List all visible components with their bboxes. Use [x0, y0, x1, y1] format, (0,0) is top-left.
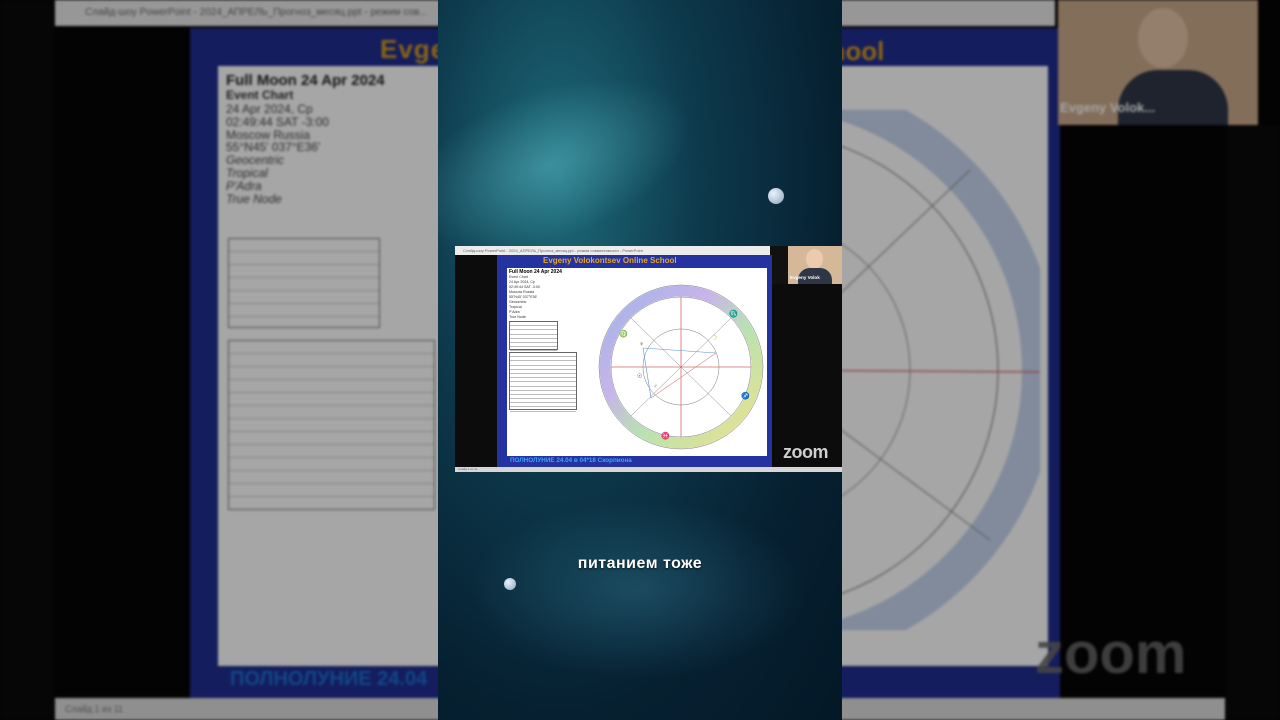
- svg-text:☽: ☽: [711, 334, 717, 342]
- video-status-text: Слайд 1 из 11: [458, 467, 478, 471]
- video-bottom-text: ПОЛНОЛУНИЕ 24.04 в 04*18 Скорпиона: [510, 457, 632, 464]
- svg-text:☉: ☉: [637, 373, 642, 380]
- svg-text:♀: ♀: [639, 341, 644, 348]
- video-statusbar: Слайд 1 из 11: [455, 467, 842, 472]
- video-event-line-3: Moscow Russia: [509, 290, 535, 294]
- planet-top: [768, 188, 784, 204]
- subtitle-caption: питанием тоже: [577, 555, 703, 572]
- video-event-subtitle: Event Chart: [509, 275, 528, 279]
- planet-bottom: [504, 578, 516, 590]
- short-video-frame: Слайд-шоу PowerPoint - 2024_АПРЕЛЬ_Прогн…: [438, 0, 842, 720]
- video-zoom-logo: zoom: [783, 442, 829, 462]
- video-left-bar: [455, 255, 497, 467]
- video-houses-table: [509, 321, 558, 352]
- embedded-screen-recording: Слайд-шоу PowerPoint - 2024_АПРЕЛЬ_Прогн…: [455, 246, 842, 472]
- video-event-line-5: Geocentric: [509, 300, 527, 304]
- video-event-line-2: 02:49:44 SAT -3:00: [509, 285, 540, 289]
- svg-text:♓: ♓: [661, 431, 670, 440]
- nebula-bottom: [468, 500, 808, 680]
- video-school-title: Evgeny Volokontsev Online School: [543, 256, 677, 265]
- video-camera-name: Evgeny Volok: [790, 275, 820, 280]
- video-event-info: Full Moon 24 Apr 2024 Event Chart 24 Apr…: [509, 270, 562, 320]
- video-camera-face: [806, 249, 823, 269]
- video-titlebar: Слайд-шоу PowerPoint - 2024_АПРЕЛЬ_Прогн…: [455, 246, 770, 255]
- svg-text:♏: ♏: [729, 309, 738, 318]
- video-event-line-7: P'Adra: [509, 310, 520, 314]
- svg-text:♐: ♐: [741, 391, 750, 400]
- svg-text:♍: ♍: [619, 329, 628, 338]
- video-natal-wheel: ♀ ☽ ☉ ♂ ♍ ♏ ♓ ♐: [598, 284, 764, 450]
- video-right-bar: [772, 284, 842, 467]
- video-event-line-6: Tropical: [509, 305, 522, 309]
- video-event-line-1: 24 Apr 2024, Ср: [509, 280, 535, 284]
- video-event-line-8: True Node: [509, 315, 526, 319]
- video-planets-table: [509, 352, 577, 412]
- video-event-line-4: 55°N45' 037°E36': [509, 295, 538, 299]
- svg-text:♂: ♂: [653, 384, 658, 390]
